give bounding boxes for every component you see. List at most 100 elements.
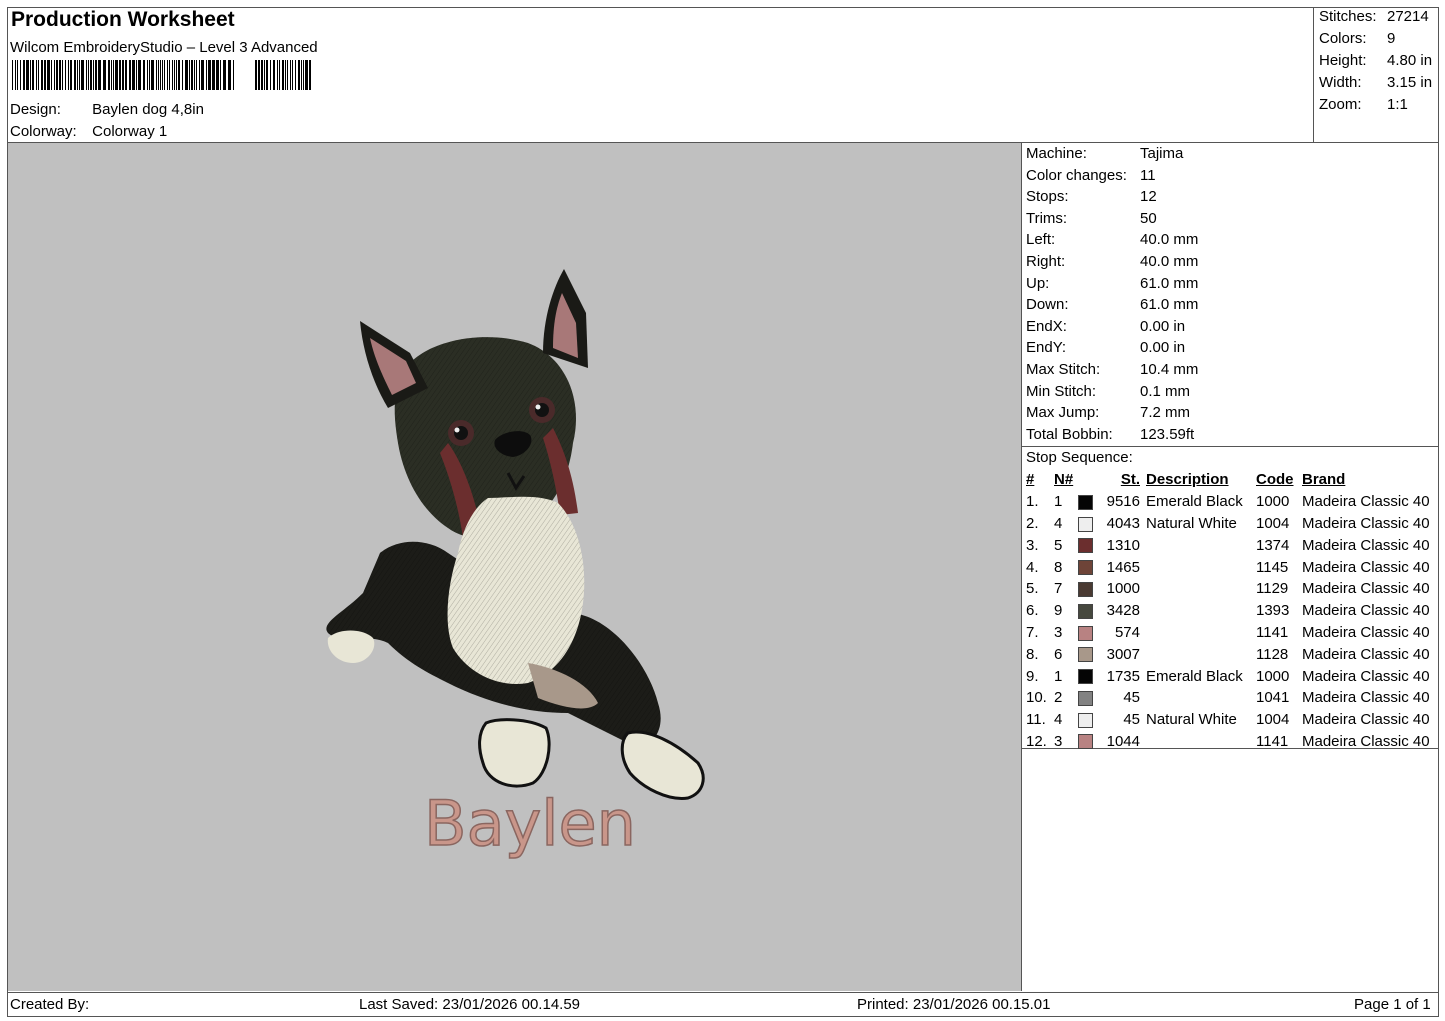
row-index: 11. — [1026, 711, 1046, 729]
footer-printed: Printed: 23/01/2026 00.15.01 — [857, 996, 1051, 1013]
machine-info-label: Min Stitch: — [1026, 382, 1097, 400]
thread-description: Emerald Black — [1146, 493, 1243, 511]
machine-info-value: 10.4 mm — [1140, 361, 1199, 378]
machine-info-label: Up: — [1026, 274, 1050, 292]
dog-embroidery-image: Baylen — [326, 269, 705, 861]
stitch-count: 45 — [1123, 711, 1140, 729]
stat-value: 1:1 — [1387, 96, 1408, 113]
table-row: 7. 3 574 1141 Madeira Classic 40 — [1024, 622, 1430, 644]
row-index: 1. — [1026, 493, 1039, 511]
thread-code: 1374 — [1256, 536, 1290, 554]
col-header-brand: Brand — [1302, 471, 1346, 489]
color-swatch — [1078, 494, 1093, 510]
thread-description — [1146, 643, 1256, 665]
machine-info-label: EndX: — [1026, 317, 1067, 335]
needle-number: 3 — [1054, 623, 1063, 641]
thread-brand: Madeira Classic 40 — [1302, 689, 1430, 707]
stitch-count: 3428 — [1106, 602, 1140, 620]
row-index: 10. — [1026, 689, 1047, 707]
thread-code: 1004 — [1256, 514, 1290, 532]
name-text: Baylen — [424, 787, 636, 860]
thread-code: 1000 — [1256, 667, 1290, 685]
thread-code: 1129 — [1256, 580, 1289, 598]
machine-info-value: 61.0 mm — [1140, 274, 1199, 292]
stitch-count: 1310 — [1106, 536, 1140, 554]
color-swatch — [1078, 603, 1093, 619]
machine-info-label: Right: — [1026, 253, 1066, 270]
design-value: Baylen dog 4,8in — [92, 101, 204, 118]
col-header-stitches: St. — [1120, 471, 1140, 489]
stitch-count: 3007 — [1106, 645, 1140, 663]
color-swatch — [1078, 516, 1093, 532]
machine-info-row: Total Bobbin: 123.59ft — [1026, 426, 1194, 443]
row-index: 12. — [1026, 732, 1047, 750]
table-row: 1. 1 9516 Emerald Black 1000 Madeira Classic … — [1024, 491, 1430, 513]
machine-info-label: Max Stitch: — [1026, 361, 1101, 378]
thread-description — [1146, 534, 1256, 556]
software-name: Wilcom EmbroideryStudio – Level 3 Advanc… — [10, 39, 318, 56]
machine-info-row: Left: 40.0 mm — [1026, 231, 1198, 248]
machine-info-label: Down: — [1026, 296, 1069, 314]
machine-info-value: Tajima — [1140, 145, 1184, 162]
stat-value: 9 — [1387, 30, 1396, 47]
machine-info-value: 0.00 in — [1140, 317, 1186, 335]
table-header-row: # N# St. Description Code Brand — [1024, 469, 1430, 491]
stitch-count: 1735 — [1106, 667, 1140, 685]
machine-info-row: Min Stitch: 0.1 mm — [1026, 383, 1190, 400]
stitch-count: 9516 — [1106, 493, 1140, 511]
thread-brand: Madeira Classic 40 — [1302, 580, 1430, 598]
row-index: 7. — [1026, 623, 1039, 641]
needle-number: 4 — [1054, 711, 1063, 729]
row-index: 6. — [1026, 602, 1039, 620]
thread-code: 1128 — [1256, 645, 1289, 663]
thread-brand: Madeira Classic 40 — [1302, 493, 1430, 511]
table-row: 8. 6 3007 1128 Madeira Classic 40 — [1024, 643, 1430, 665]
barcode-image — [12, 60, 311, 90]
stat-row: Stitches: 27214 — [1319, 8, 1429, 25]
col-header-needle: N# — [1054, 471, 1074, 489]
machine-info-value: 123.59ft — [1140, 425, 1195, 443]
thread-description — [1146, 600, 1256, 622]
machine-info-row: Stops: 12 — [1026, 188, 1157, 205]
stat-label: Width: — [1319, 74, 1362, 91]
machine-info-label: Max Jump: — [1026, 404, 1100, 422]
thread-brand: Madeira Classic 40 — [1302, 536, 1430, 554]
row-index: 4. — [1026, 558, 1039, 576]
stat-row: Width: 3.15 in — [1319, 74, 1432, 91]
color-swatch — [1078, 712, 1093, 728]
color-swatch — [1078, 538, 1093, 554]
machine-info-row: Color changes: 11 — [1026, 167, 1156, 184]
machine-info-value: 7.2 mm — [1140, 404, 1191, 422]
thread-description — [1146, 731, 1256, 753]
machine-info-row: Trims: 50 — [1026, 210, 1157, 227]
thread-code: 1393 — [1256, 602, 1290, 620]
stat-label: Height: — [1319, 52, 1367, 69]
machine-info-label: EndY: — [1026, 339, 1067, 357]
stat-label: Stitches: — [1319, 8, 1377, 25]
machine-info-value: 0.1 mm — [1140, 382, 1191, 400]
design-label: Design: — [10, 101, 61, 118]
colorway-row: Colorway: Colorway 1 — [10, 123, 167, 140]
table-row: 4. 8 1465 1145 Madeira Classic 40 — [1024, 556, 1430, 578]
stat-row: Colors: 9 — [1319, 30, 1395, 47]
thread-code: 1041 — [1256, 689, 1290, 707]
thread-brand: Madeira Classic 40 — [1302, 711, 1430, 729]
row-index: 8. — [1026, 645, 1039, 663]
colorway-value: Colorway 1 — [92, 123, 168, 140]
stat-row: Height: 4.80 in — [1319, 52, 1432, 69]
machine-info-row: Down: 61.0 mm — [1026, 296, 1198, 313]
thread-description: Natural White — [1146, 711, 1237, 729]
machine-info-row: EndY: 0.00 in — [1026, 339, 1185, 356]
thread-code: 1145 — [1256, 558, 1289, 576]
thread-description — [1146, 687, 1256, 709]
stitch-count: 1000 — [1106, 580, 1140, 598]
stitch-count: 4043 — [1106, 514, 1140, 532]
thread-description — [1146, 622, 1256, 644]
thread-brand: Madeira Classic 40 — [1302, 623, 1430, 641]
machine-info-value: 11 — [1140, 166, 1156, 184]
machine-info-value: 12 — [1140, 188, 1157, 206]
stop-sequence-title: Stop Sequence: — [1026, 449, 1133, 466]
footer-page: Page 1 of 1 — [1354, 996, 1431, 1013]
stitch-count: 574 — [1114, 623, 1140, 641]
table-row: 2. 4 4043 Natural White 1004 Madeira Classic … — [1024, 513, 1430, 535]
